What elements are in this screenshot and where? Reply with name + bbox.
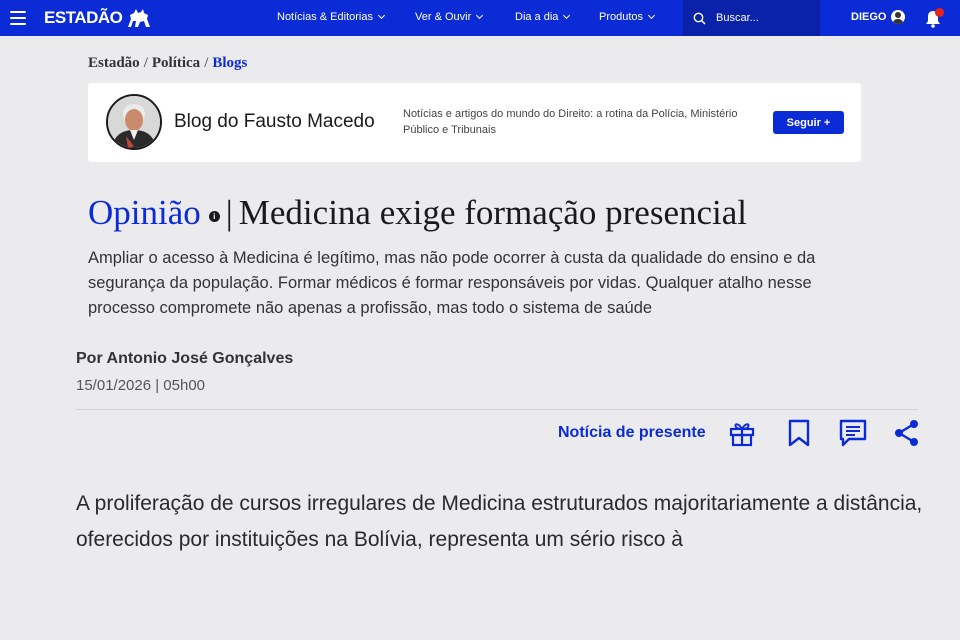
share-icon[interactable] <box>893 418 921 448</box>
title-separator: | <box>225 193 233 232</box>
breadcrumb-separator: / <box>204 55 209 71</box>
article-body: A proliferação de cursos irregulares de … <box>76 492 923 551</box>
publish-date: 15/01/2026 | 05h00 <box>76 377 206 394</box>
info-icon[interactable]: i <box>208 210 220 222</box>
horse-logo-icon <box>128 9 151 27</box>
article-subtitle: Ampliar o acesso à Medicina é legítimo, … <box>88 249 816 317</box>
chevron-down-icon <box>563 11 571 20</box>
user-menu[interactable]: DIEGO <box>851 10 906 24</box>
nav-noticias-editorias[interactable]: Notícias & Editorias <box>277 11 386 23</box>
chevron-down-icon <box>377 11 386 20</box>
gift-article-link[interactable]: Notícia de presente <box>558 424 706 442</box>
chevron-down-icon <box>647 11 656 20</box>
chevron-down-icon <box>476 11 484 20</box>
nav-dia-a-dia[interactable]: Dia a dia <box>515 11 571 23</box>
divider <box>76 409 918 410</box>
gift-icon[interactable] <box>728 418 756 448</box>
search-placeholder: Buscar... <box>716 12 759 24</box>
follow-button[interactable]: Seguir + <box>773 111 844 134</box>
blog-author-avatar[interactable] <box>106 94 162 150</box>
blog-name[interactable]: Blog do Fausto Macedo <box>174 111 375 133</box>
bookmark-icon[interactable] <box>785 418 813 448</box>
search-input[interactable]: Buscar... <box>683 0 820 36</box>
search-icon <box>693 12 706 25</box>
top-navigation-bar: ESTADÃO Notícias & Editorias Ver & Ouvir… <box>0 0 960 36</box>
logo-text: ESTADÃO <box>44 8 123 27</box>
breadcrumb: Estadão / Política / Blogs <box>88 55 247 72</box>
blog-card: Blog do Fausto Macedo Notícias e artigos… <box>88 83 861 162</box>
blog-description: Notícias e artigos do mundo do Direito: … <box>403 108 738 136</box>
breadcrumb-blogs[interactable]: Blogs <box>212 55 247 71</box>
breadcrumb-estadao[interactable]: Estadão <box>88 55 140 71</box>
nav-ver-ouvir[interactable]: Ver & Ouvir <box>415 11 484 23</box>
author-photo <box>108 96 160 148</box>
comment-icon[interactable] <box>839 418 867 448</box>
headline: Medicina exige formação presencial <box>238 193 747 232</box>
breadcrumb-separator: / <box>143 55 148 71</box>
user-name: DIEGO <box>851 11 887 23</box>
menu-icon[interactable] <box>10 11 26 25</box>
site-logo[interactable]: ESTADÃO <box>44 7 152 29</box>
breadcrumb-politica[interactable]: Política <box>152 55 200 71</box>
notification-dot <box>935 8 944 17</box>
article-title: Opinião i | Medicina exige formação pres… <box>88 193 747 233</box>
author-byline[interactable]: Por Antonio José Gonçalves <box>76 350 293 368</box>
nav-produtos[interactable]: Produtos <box>599 11 656 23</box>
section-label[interactable]: Opinião <box>88 193 201 233</box>
user-icon <box>891 10 906 24</box>
